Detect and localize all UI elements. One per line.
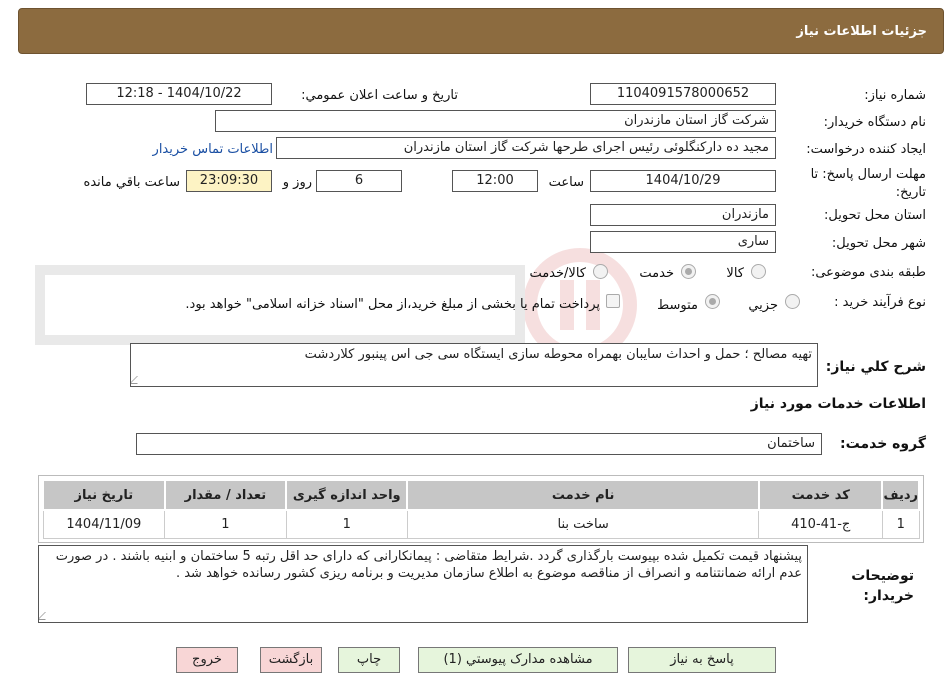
service-group-label: گروه خدمت: — [840, 436, 926, 452]
treasury-payment-label: پرداخت تمام یا بخشی از مبلغ خرید،از محل … — [185, 297, 600, 312]
process-medium-label: متوسط — [657, 298, 698, 313]
col-header-quantity: تعداد / مقدار — [163, 479, 288, 511]
deadline-date-field: 1404/10/29 — [590, 170, 776, 192]
print-button[interactable]: چاپ — [338, 647, 400, 673]
process-minor-label: جزيي — [748, 298, 778, 313]
cell-unit: 1 — [285, 509, 408, 539]
table-row: 1 ج-41-410 ساخت بنا 1 1 1404/11/09 — [42, 509, 920, 539]
services-table-wrap: ردیف کد خدمت نام خدمت واحد اندازه گیری ت… — [38, 475, 924, 543]
category-goods-radio[interactable] — [751, 264, 766, 279]
creator-label: ایجاد کننده درخواست: — [806, 142, 926, 157]
buyer-notes-label: توضیحات خریدار: — [851, 566, 914, 606]
category-service-label: خدمت — [639, 266, 674, 281]
process-minor-radio[interactable] — [785, 294, 800, 309]
description-textarea[interactable]: تهیه مصالح ؛ حمل و احداث سایبان بهمراه م… — [130, 343, 818, 387]
page-title-bar: جزئیات اطلاعات نیاز — [18, 8, 944, 54]
city-label: شهر محل تحویل: — [831, 236, 926, 251]
cell-service-code: ج-41-410 — [758, 509, 883, 539]
resize-grip-icon[interactable] — [39, 612, 53, 620]
cell-quantity: 1 — [164, 509, 287, 539]
remaining-time-label: ساعت باقي مانده — [83, 175, 180, 190]
services-section-title: اطلاعات خدمات مورد نیاز — [750, 396, 926, 412]
cell-need-date: 1404/11/09 — [42, 509, 166, 539]
need-number-label: شماره نیاز: — [864, 88, 926, 103]
buyer-org-label: نام دستگاه خريدار: — [823, 115, 926, 130]
col-header-row-number: ردیف — [881, 479, 920, 511]
buyer-notes-label-line1: توضیحات — [851, 568, 914, 584]
category-goods-service-radio[interactable] — [593, 264, 608, 279]
col-header-service-code: کد خدمت — [757, 479, 884, 511]
page-title: جزئیات اطلاعات نیاز — [796, 24, 927, 39]
view-attachments-button[interactable]: مشاهده مدارک پيوستي (1) — [418, 647, 618, 673]
buyer-org-field: شرکت گاز استان مازندران — [215, 110, 776, 132]
treasury-payment-checkbox[interactable] — [606, 294, 620, 308]
buyer-notes-label-line2: خریدار: — [863, 588, 914, 604]
need-number-field: 1104091578000652 — [590, 83, 776, 105]
city-field: ساری — [590, 231, 776, 253]
exit-button[interactable]: خروج — [176, 647, 238, 673]
deadline-time-field: 12:00 — [452, 170, 538, 192]
description-label: شرح کلي نیاز: — [825, 359, 926, 375]
reply-button[interactable]: پاسخ به نياز — [628, 647, 776, 673]
deadline-label: مهلت ارسال پاسخ: تا تاریخ: — [810, 167, 926, 200]
deadline-time-label: ساعت — [548, 175, 584, 190]
table-header-row: ردیف کد خدمت نام خدمت واحد اندازه گیری ت… — [42, 479, 920, 511]
resize-grip-icon[interactable] — [131, 376, 145, 384]
province-label: استان محل تحویل: — [824, 208, 926, 223]
announce-date-label: تاریخ و ساعت اعلان عمومي: — [301, 88, 458, 103]
category-goods-label: کالا — [726, 266, 744, 281]
province-field: مازندران — [590, 204, 776, 226]
remaining-time-field: 23:09:30 — [186, 170, 272, 192]
announce-date-field: 1404/10/22 - 12:18 — [86, 83, 272, 105]
cell-service-name: ساخت بنا — [406, 509, 760, 539]
buyer-contact-link[interactable]: اطلاعات تماس خريدار — [153, 142, 273, 157]
buyer-notes-text: پیشنهاد قیمت تکمیل شده بپیوست بارگذاری گ… — [55, 549, 802, 581]
back-button[interactable]: بازگشت — [260, 647, 322, 673]
category-label: طبقه بندی موضوعی: — [810, 265, 926, 280]
days-field: 6 — [316, 170, 402, 192]
creator-field: مجید ده دارکنگلوئی رئیس اجرای طرحها شرکت… — [276, 137, 776, 159]
description-text: تهیه مصالح ؛ حمل و احداث سایبان بهمراه م… — [304, 347, 812, 362]
category-goods-service-label: کالا/خدمت — [529, 266, 586, 281]
col-header-need-date: تاریخ نیاز — [42, 479, 166, 511]
col-header-unit: واحد اندازه گیری — [285, 479, 409, 511]
category-service-radio[interactable] — [681, 264, 696, 279]
process-type-label: نوع فرآیند خرید : — [834, 295, 926, 310]
col-header-service-name: نام خدمت — [406, 479, 760, 511]
process-medium-radio[interactable] — [705, 294, 720, 309]
buyer-notes-textarea[interactable]: پیشنهاد قیمت تکمیل شده بپیوست بارگذاری گ… — [38, 545, 808, 623]
days-label: روز و — [282, 175, 312, 190]
service-group-field: ساختمان — [136, 433, 822, 455]
cell-row-number: 1 — [881, 509, 920, 539]
services-table: ردیف کد خدمت نام خدمت واحد اندازه گیری ت… — [42, 479, 920, 539]
